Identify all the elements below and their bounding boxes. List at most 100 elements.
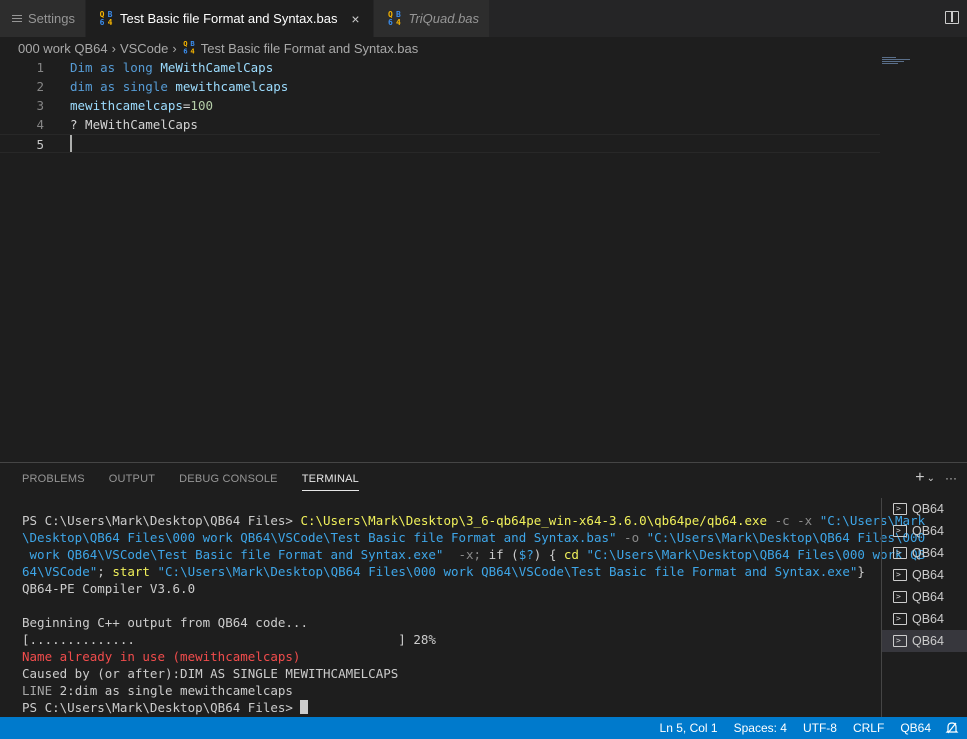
terminal-session-label: QB64 <box>912 634 944 648</box>
terminal-text: if <box>488 547 504 562</box>
code-line: 4 ? MeWithCamelCaps <box>0 115 880 134</box>
code-text: mewithcamelcaps=100 <box>70 96 213 115</box>
terminal-icon: > <box>893 613 907 625</box>
terminal-icon: > <box>893 635 907 647</box>
terminal-text: -c -x <box>767 513 820 528</box>
code-token: as <box>100 79 116 94</box>
panel-tab-debug-console[interactable]: DEBUG CONSOLE <box>179 473 278 491</box>
terminal-icon: > <box>893 503 907 515</box>
terminal-session-item[interactable]: > QB64 <box>882 542 967 564</box>
terminal-icon: > <box>893 569 907 581</box>
chevron-right-icon: › <box>111 40 116 56</box>
terminal-text: Beginning C++ output from QB64 code... <box>22 615 308 630</box>
code-line: 3 mewithcamelcaps=100 <box>0 96 880 115</box>
terminal-text: ; <box>97 564 113 579</box>
panel-tab-output[interactable]: OUTPUT <box>109 473 155 491</box>
terminal-text: Name already in use (mewithcamelcaps) <box>22 649 301 664</box>
code-token: dim <box>70 79 93 94</box>
cursor-position[interactable]: Ln 5, Col 1 <box>660 721 718 735</box>
new-terminal-icon[interactable]: + <box>915 469 924 487</box>
breadcrumb: 000 work QB64 › VSCode › Q B 6 4 Test Basic file… <box>18 38 418 58</box>
more-actions-icon[interactable]: ··· <box>945 471 957 485</box>
line-number: 4 <box>36 117 44 132</box>
terminal-text: PS C:\Users\Mark\Desktop\QB64 Files> <box>22 513 301 528</box>
code-editor[interactable]: 1 Dim as long MeWithCamelCaps 2 dim as sing… <box>0 58 967 458</box>
language-mode[interactable]: QB64 <box>900 721 931 735</box>
line-number: 1 <box>36 60 44 75</box>
code-token: as <box>100 60 116 75</box>
notifications-icon[interactable] <box>945 721 959 735</box>
terminal-line: QB64-PE Compiler V3.6.0 <box>22 580 877 597</box>
terminal-session-label: QB64 <box>912 568 944 582</box>
terminal-line: LINE 2:dim as single mewithcamelcaps <box>22 682 877 699</box>
qb64-icon: QB64 <box>386 10 402 27</box>
code-token: long <box>122 60 153 75</box>
terminal-text: \Desktop\QB64 Files\000 work QB64\VSCode… <box>22 530 617 545</box>
terminal-text: C:\Users\Mark\Desktop\3_6-qb64pe_win-x64… <box>300 513 768 528</box>
split-editor-icon[interactable] <box>945 11 959 24</box>
qb64-icon: QB64 <box>182 40 196 56</box>
breadcrumb-item[interactable]: VSCode <box>120 41 168 56</box>
terminal-line: PS C:\Users\Mark\Desktop\QB64 Files> C:\… <box>22 512 925 529</box>
panel-tab-terminal[interactable]: TERMINAL <box>301 473 359 491</box>
breadcrumb-item[interactable]: Test Basic file Format and Syntax.bas <box>201 41 418 56</box>
code-text: Dim as long MeWithCamelCaps <box>70 58 273 77</box>
terminal-session-item[interactable]: > QB64 <box>882 586 967 608</box>
terminal-session-item[interactable]: > QB64 <box>882 608 967 630</box>
line-number: 5 <box>36 137 44 152</box>
terminal-session-item[interactable]: > QB64 <box>882 564 967 586</box>
tab-label: Settings <box>28 11 75 26</box>
code-token: mewithcamelcaps <box>70 98 183 113</box>
terminal-text: [.............. ] 28% <box>22 632 436 647</box>
terminal-session-label: QB64 <box>912 612 944 626</box>
panel-tab-problems[interactable]: PROBLEMS <box>22 473 85 491</box>
code-token: MeWithCamelCaps <box>152 60 274 75</box>
terminal-cursor <box>300 700 309 714</box>
terminal-text: } <box>857 564 865 579</box>
terminal-text: ( <box>503 547 519 562</box>
terminal-line: Caused by (or after):DIM AS SINGLE MEWIT… <box>22 665 877 682</box>
tab-test-basic-file[interactable]: Q B 6 4 Test Basic file Format and Syntax.ba… <box>85 0 375 37</box>
tab-settings[interactable]: Settings <box>0 0 86 37</box>
terminal-text: LINE <box>22 683 60 698</box>
code-text: ? MeWithCamelCaps <box>70 115 198 134</box>
tab-label: TriQuad.bas <box>408 11 480 26</box>
terminal-text: "C:\Users\Mark\Desktop\QB64 Files\000 wo… <box>149 564 858 579</box>
tab-triquad[interactable]: Q B 6 4 TriQuad.bas <box>374 0 491 37</box>
code-token: ? MeWithCamelCaps <box>70 117 198 132</box>
tab-label: Test Basic file Format and Syntax.bas <box>119 11 338 26</box>
terminal-session-item[interactable]: > QB64 <box>882 520 967 542</box>
terminal-dropdown-icon[interactable]: ⌄ <box>927 473 935 484</box>
qb64-icon-6: 6 <box>388 17 393 27</box>
terminal-line: 64\VSCode"; start "C:\Users\Mark\Desktop… <box>22 563 877 580</box>
indentation[interactable]: Spaces: 4 <box>734 721 787 735</box>
encoding[interactable]: UTF-8 <box>803 721 837 735</box>
terminal-text: -o <box>616 530 647 545</box>
terminal-line: PS C:\Users\Mark\Desktop\QB64 Files> <box>22 699 877 716</box>
terminal-session-item[interactable]: > QB64 <box>882 630 967 652</box>
terminal-session-item[interactable]: > QB64 <box>882 498 967 520</box>
terminal-text: $? <box>518 547 534 562</box>
terminal-line: Name already in use (mewithcamelcaps) <box>22 648 877 665</box>
terminal-text: PS C:\Users\Mark\Desktop\QB64 Files> <box>22 700 301 715</box>
code-text: dim as single mewithcamelcaps <box>70 77 288 96</box>
editor-tab-bar: Settings Q B 6 4 Test Basic file Format and S… <box>0 0 967 37</box>
panel-tabs: PROBLEMS OUTPUT DEBUG CONSOLE TERMINAL <box>22 473 359 491</box>
close-icon[interactable]: × <box>347 11 363 27</box>
qb64-icon-4: 4 <box>190 47 195 56</box>
terminal-session-label: QB64 <box>912 590 944 604</box>
terminal-line: [.............. ] 28% <box>22 631 877 648</box>
code-token: Dim <box>70 60 93 75</box>
chevron-right-icon: › <box>172 40 177 56</box>
terminal-icon: > <box>893 525 907 537</box>
code-token: mewithcamelcaps <box>167 79 289 94</box>
terminal-line: work QB64\VSCode\Test Basic file Format … <box>22 546 926 563</box>
minimap[interactable] <box>882 57 912 67</box>
terminal-output[interactable]: PS C:\Users\Mark\Desktop\QB64 Files> C:\… <box>22 512 926 716</box>
end-of-line[interactable]: CRLF <box>853 721 884 735</box>
breadcrumb-item[interactable]: 000 work QB64 <box>18 41 108 56</box>
